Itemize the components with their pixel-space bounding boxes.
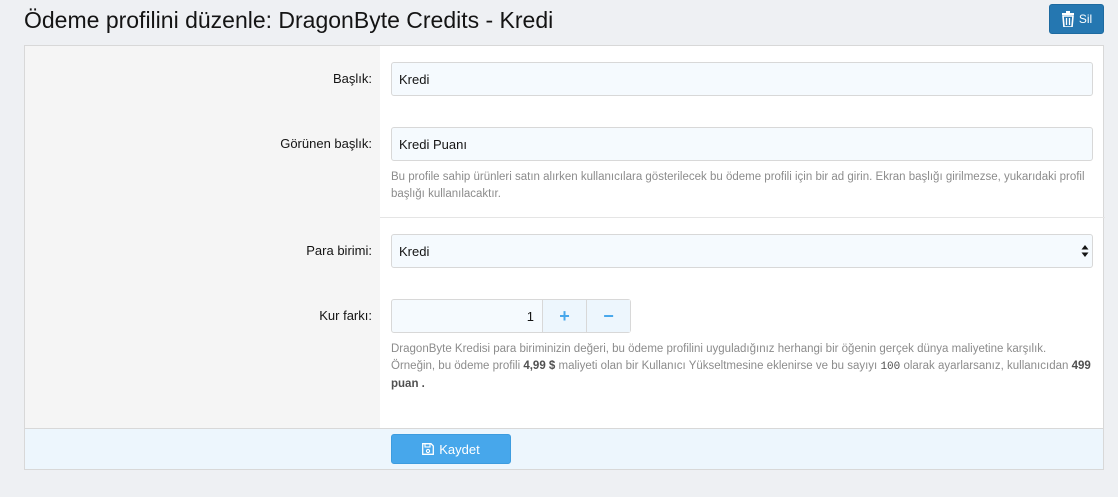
currency-label: Para birimi:	[306, 243, 372, 258]
floppy-disk-icon	[422, 443, 435, 455]
rate-hint-text-a: Örneğin, bu ödeme profili	[391, 360, 524, 372]
rate-hint-line1: DragonByte Kredisi para biriminizin değe…	[391, 343, 1047, 355]
rate-hint-text-c: maliyeti olan bir Kullanıcı Yükseltmesin…	[555, 360, 881, 372]
delete-button[interactable]: Sil	[1049, 4, 1104, 34]
title-label: Başlık:	[332, 71, 372, 86]
display-title-input[interactable]: Kredi Puanı	[391, 127, 1093, 161]
rate-hint-number: 100	[880, 361, 901, 373]
increment-button[interactable]: +	[542, 300, 586, 332]
delete-button-label: Sil	[1078, 12, 1093, 26]
save-button-label: Kaydet	[439, 441, 480, 457]
decrement-button[interactable]: −	[586, 300, 630, 332]
title-input[interactable]: Kredi	[391, 62, 1093, 96]
display-title-hint: Bu profile sahip ürünleri satın alırken …	[391, 171, 1085, 200]
display-title-label: Görünen başlık:	[280, 136, 372, 151]
currency-select[interactable]: Kredi	[391, 234, 1093, 268]
rate-hint-price: 4,99 $	[523, 360, 556, 372]
edit-form: Başlık: Kredi Görünen başlık: Kredi Puan…	[24, 45, 1105, 470]
rate-stepper: 1 + −	[391, 299, 631, 333]
trash-icon	[1061, 11, 1074, 27]
form-separator	[380, 217, 1105, 218]
page-title: Ödeme profilini düzenle: DragonByte Cred…	[24, 7, 554, 33]
rate-input[interactable]: 1	[392, 300, 542, 332]
rate-hint: DragonByte Kredisi para biriminizin değe…	[391, 341, 1096, 393]
rate-hint-text-e: olarak ayarlarsanız, kullanıcıdan	[900, 360, 1072, 372]
submit-row: Kaydet	[25, 428, 1103, 469]
rate-label: Kur farkı:	[319, 308, 372, 323]
currency-selected-value: Kredi	[399, 243, 430, 259]
save-button[interactable]: Kaydet	[391, 434, 511, 464]
rate-hint-line2: Örneğin, bu ödeme profili 4,99 $ maliyet…	[391, 358, 1096, 393]
select-arrows-icon	[1081, 245, 1089, 257]
